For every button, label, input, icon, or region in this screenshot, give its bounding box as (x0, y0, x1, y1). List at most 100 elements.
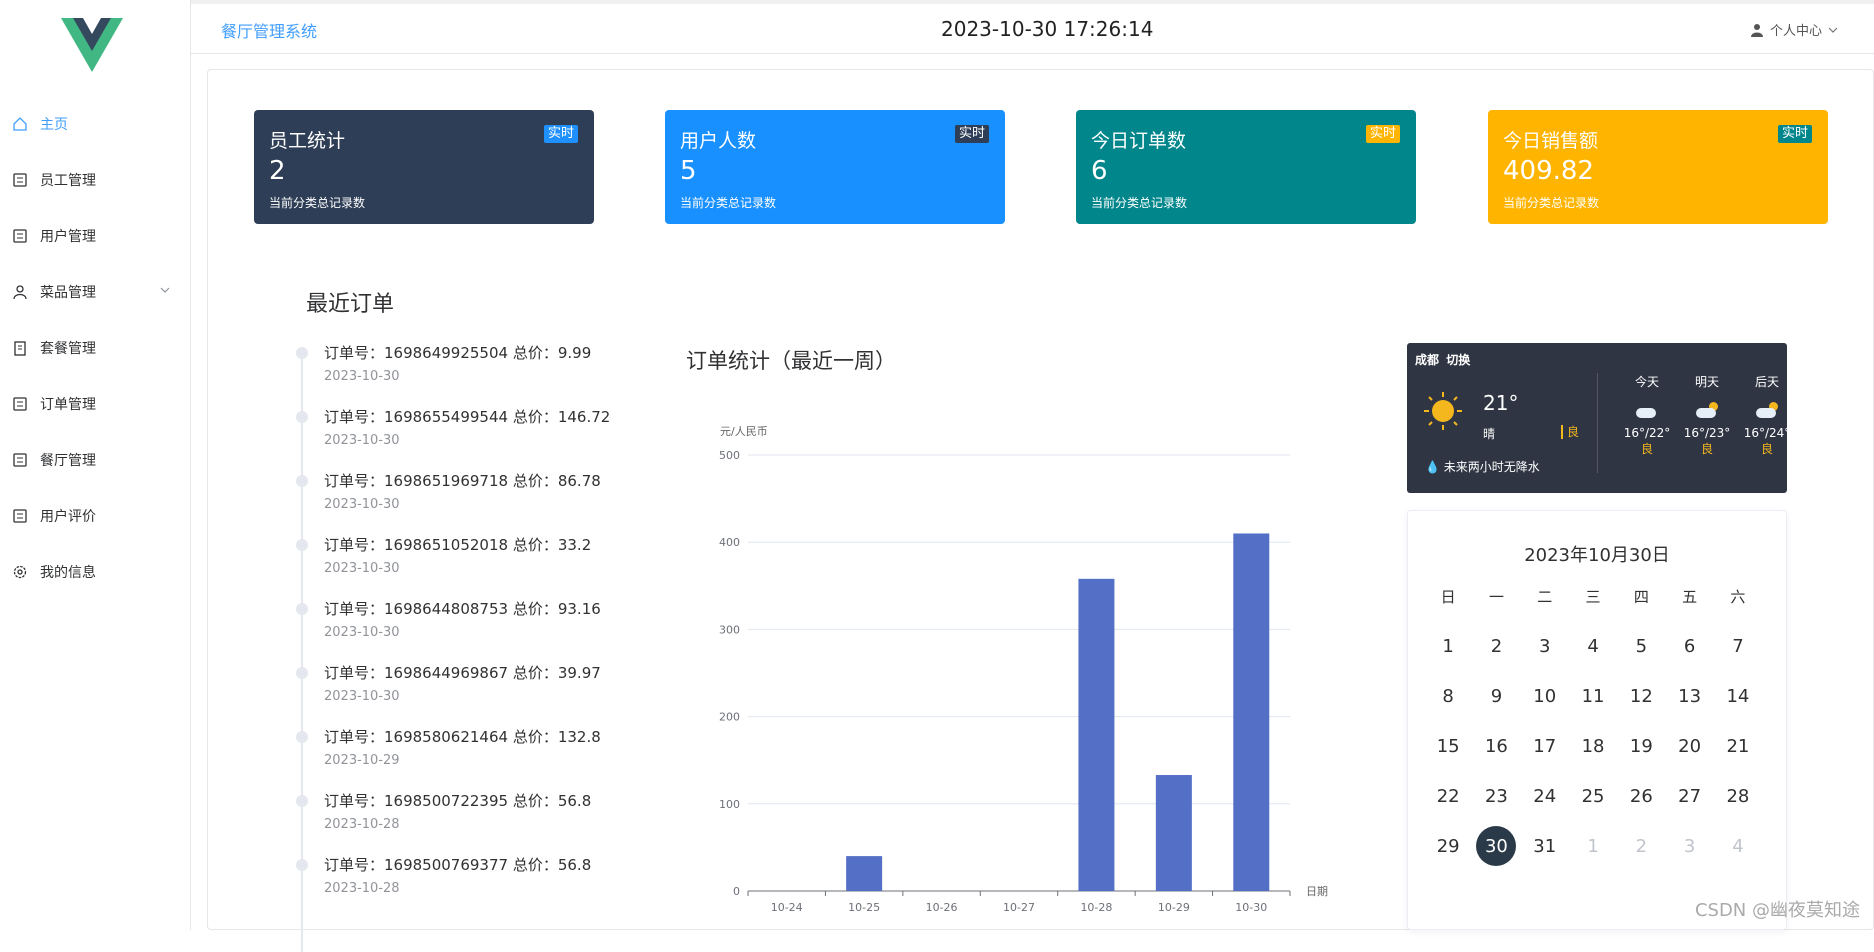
sidebar-item-2[interactable]: 用户管理 (0, 208, 190, 264)
sidebar-item-1[interactable]: 员工管理 (0, 152, 190, 208)
calendar-day[interactable]: 25 (1569, 771, 1617, 821)
grid-icon (12, 396, 28, 412)
calendar-day[interactable]: 16 (1472, 721, 1520, 771)
calendar-day[interactable]: 4 (1569, 621, 1617, 671)
calendar-day[interactable]: 12 (1617, 671, 1665, 721)
calendar-day[interactable]: 28 (1714, 771, 1762, 821)
calendar-day[interactable]: 11 (1569, 671, 1617, 721)
bar (846, 856, 882, 891)
forecast-aqi: 良 (1677, 440, 1737, 457)
calendar-day-number: 30 (1476, 826, 1516, 866)
order-text: 订单号：1698651052018 总价：33.2 (324, 534, 591, 555)
realtime-badge: 实时 (955, 125, 989, 143)
calendar-day-number: 15 (1437, 736, 1460, 757)
weather-switch-link[interactable]: 切换 (1446, 353, 1470, 367)
timeline-dot (296, 859, 308, 871)
x-tick-label: 10-24 (771, 901, 803, 914)
calendar-day-number: 3 (1539, 636, 1550, 657)
forecast-range: 16°/24° (1737, 426, 1797, 440)
calendar-day-number: 2 (1636, 836, 1647, 857)
weather-aqi-label: 良 (1567, 425, 1579, 439)
calendar-day[interactable]: 3 (1665, 821, 1713, 871)
stat-title: 今日订单数 (1091, 126, 1186, 153)
calendar-day[interactable]: 8 (1424, 671, 1472, 721)
order-timeline-item: 订单号：1698651052018 总价：33.2 2023-10-30 (295, 534, 635, 598)
calendar-day[interactable]: 2 (1472, 621, 1520, 671)
calendar-day-number: 13 (1678, 686, 1701, 707)
calendar-day-number: 16 (1485, 736, 1508, 757)
sidebar-item-label: 我的信息 (40, 562, 96, 582)
weather-temp: 21° (1483, 391, 1518, 415)
datetime-display: 2023-10-30 17:26:14 (941, 17, 1153, 41)
user-menu-dropdown[interactable]: 个人中心 (1750, 20, 1838, 39)
sidebar-item-8[interactable]: 我的信息 (0, 544, 190, 600)
calendar-day[interactable]: 13 (1665, 671, 1713, 721)
sidebar-menu: 主页 员工管理 用户管理 菜品管理 套餐管理 订单管理 餐厅管理 用户评价 我的… (0, 96, 190, 600)
calendar-day[interactable]: 21 (1714, 721, 1762, 771)
raindrop-icon: 💧 (1425, 460, 1440, 474)
calendar-day[interactable]: 31 (1521, 821, 1569, 871)
calendar-day[interactable]: 27 (1665, 771, 1713, 821)
sidebar-item-5[interactable]: 订单管理 (0, 376, 190, 432)
stat-title: 员工统计 (269, 126, 345, 153)
calendar-day-number: 18 (1582, 736, 1605, 757)
calendar-day[interactable]: 24 (1521, 771, 1569, 821)
calendar-weekday: 三 (1569, 581, 1617, 611)
weather-aqi: 良 (1561, 425, 1579, 439)
calendar-day[interactable]: 23 (1472, 771, 1520, 821)
calendar-day[interactable]: 22 (1424, 771, 1472, 821)
calendar-day[interactable]: 9 (1472, 671, 1520, 721)
calendar-day[interactable]: 6 (1665, 621, 1713, 671)
calendar-day[interactable]: 18 (1569, 721, 1617, 771)
user-icon (1750, 23, 1764, 37)
calendar-day[interactable]: 17 (1521, 721, 1569, 771)
calendar-day-number: 21 (1726, 736, 1749, 757)
sidebar-item-7[interactable]: 用户评价 (0, 488, 190, 544)
calendar-day[interactable]: 20 (1665, 721, 1713, 771)
calendar-day-number: 6 (1684, 636, 1695, 657)
calendar-day[interactable]: 10 (1521, 671, 1569, 721)
calendar-day[interactable]: 19 (1617, 721, 1665, 771)
order-timeline-item: 订单号：1698649925504 总价：9.99 2023-10-30 (295, 342, 635, 406)
calendar-day[interactable]: 14 (1714, 671, 1762, 721)
calendar-day[interactable]: 3 (1521, 621, 1569, 671)
calendar-day-number: 28 (1726, 786, 1749, 807)
forecast-aqi: 良 (1737, 440, 1797, 457)
bar (1078, 579, 1114, 891)
app-brand[interactable]: 餐厅管理系统 (221, 18, 317, 42)
calendar-day-number: 22 (1437, 786, 1460, 807)
calendar-day-today[interactable]: 30 (1472, 821, 1520, 871)
sidebar-item-6[interactable]: 餐厅管理 (0, 432, 190, 488)
calendar-day[interactable]: 5 (1617, 621, 1665, 671)
grid-icon (12, 172, 28, 188)
order-timeline-item: 订单号：1698644808753 总价：93.16 2023-10-30 (295, 598, 635, 662)
realtime-badge: 实时 (1778, 125, 1812, 143)
order-timeline-item: 订单号：1698655499544 总价：146.72 2023-10-30 (295, 406, 635, 470)
order-timeline-item: 订单号：1698651969718 总价：86.78 2023-10-30 (295, 470, 635, 534)
calendar-day-number: 19 (1630, 736, 1653, 757)
calendar-day[interactable]: 29 (1424, 821, 1472, 871)
sidebar-item-0[interactable]: 主页 (0, 96, 190, 152)
stat-subtitle: 当前分类总记录数 (1091, 194, 1187, 211)
order-text: 订单号：1698644969867 总价：39.97 (324, 662, 601, 683)
order-timeline-item: 订单号：1698644969867 总价：39.97 2023-10-30 (295, 662, 635, 726)
realtime-badge: 实时 (1366, 125, 1400, 143)
calendar-day[interactable]: 1 (1424, 621, 1472, 671)
sidebar-item-3[interactable]: 菜品管理 (0, 264, 190, 320)
sidebar-item-4[interactable]: 套餐管理 (0, 320, 190, 376)
calendar-day-number: 29 (1437, 836, 1460, 857)
calendar-day[interactable]: 2 (1617, 821, 1665, 871)
calendar-day[interactable]: 1 (1569, 821, 1617, 871)
calendar-day[interactable]: 7 (1714, 621, 1762, 671)
calendar-day-number: 4 (1732, 836, 1743, 857)
calendar-day[interactable]: 15 (1424, 721, 1472, 771)
calendar-day[interactable]: 4 (1714, 821, 1762, 871)
stat-subtitle: 当前分类总记录数 (269, 194, 365, 211)
order-date: 2023-10-28 (324, 817, 400, 832)
calendar-day-number: 31 (1533, 836, 1556, 857)
forecast-label: 后天 (1737, 373, 1797, 390)
calendar-day[interactable]: 26 (1617, 771, 1665, 821)
y-tick-label: 300 (719, 623, 740, 636)
calendar-day-number: 4 (1587, 636, 1598, 657)
timeline-dot (296, 347, 308, 359)
